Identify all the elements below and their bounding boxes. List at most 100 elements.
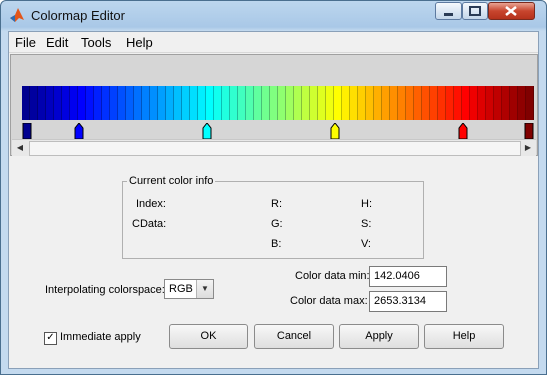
colormap-cell[interactable] xyxy=(366,86,374,120)
colormap-cell[interactable] xyxy=(246,86,254,120)
colormap-cell[interactable] xyxy=(110,86,118,120)
menu-file[interactable]: File xyxy=(15,35,36,50)
colormap-cell[interactable] xyxy=(46,86,54,120)
colormap-cell[interactable] xyxy=(310,86,318,120)
colormap-cell[interactable] xyxy=(166,86,174,120)
colormap-cell[interactable] xyxy=(518,86,526,120)
colormap-cell[interactable] xyxy=(118,86,126,120)
scroll-left-icon[interactable]: ◀ xyxy=(12,140,28,156)
close-button[interactable] xyxy=(488,2,535,20)
current-color-info-legend: Current color info xyxy=(127,175,216,187)
colormap-cell[interactable] xyxy=(334,86,342,120)
colormap-cell[interactable] xyxy=(494,86,502,120)
colormap-cell[interactable] xyxy=(326,86,334,120)
minimize-button[interactable] xyxy=(435,2,462,20)
colormap-marker[interactable] xyxy=(458,123,468,139)
immediate-apply-checkbox[interactable]: ✓ xyxy=(44,332,57,345)
colormap-cell[interactable] xyxy=(510,86,518,120)
colormap-cell[interactable] xyxy=(174,86,182,120)
colormap-cell[interactable] xyxy=(502,86,510,120)
colormap-cell[interactable] xyxy=(214,86,222,120)
colormap-marker[interactable] xyxy=(202,123,212,139)
colormap-cell[interactable] xyxy=(230,86,238,120)
index-label: Index: xyxy=(136,198,166,210)
colormap-cell[interactable] xyxy=(254,86,262,120)
colormap-cell[interactable] xyxy=(62,86,70,120)
colormap-cell[interactable] xyxy=(390,86,398,120)
ok-button[interactable]: OK xyxy=(169,324,248,349)
colormap-cell[interactable] xyxy=(158,86,166,120)
colormap-cell[interactable] xyxy=(478,86,486,120)
colormap-cell[interactable] xyxy=(358,86,366,120)
colormap-cell[interactable] xyxy=(22,86,30,120)
colormap-marker[interactable] xyxy=(22,123,32,139)
colormap-cell[interactable] xyxy=(454,86,462,120)
colormap-cell[interactable] xyxy=(374,86,382,120)
colormap-marker[interactable] xyxy=(330,123,340,139)
apply-button[interactable]: Apply xyxy=(339,324,419,349)
colormap-cell[interactable] xyxy=(486,86,494,120)
maximize-button[interactable] xyxy=(462,2,488,20)
colormap-cell[interactable] xyxy=(342,86,350,120)
menu-edit[interactable]: Edit xyxy=(46,35,68,50)
colormap-cell[interactable] xyxy=(286,86,294,120)
colormap-cell[interactable] xyxy=(278,86,286,120)
colormap-cell[interactable] xyxy=(222,86,230,120)
colormap-cell[interactable] xyxy=(86,86,94,120)
maximize-icon xyxy=(469,6,481,16)
colormap-cell[interactable] xyxy=(350,86,358,120)
colormap-cell[interactable] xyxy=(438,86,446,120)
colormap-cell[interactable] xyxy=(198,86,206,120)
menu-tools[interactable]: Tools xyxy=(81,35,111,50)
colorspace-select[interactable]: RGB ▼ xyxy=(164,279,214,299)
dropdown-arrow-icon[interactable]: ▼ xyxy=(196,280,213,298)
horizontal-scrollbar[interactable]: ◀ ▶ xyxy=(12,139,536,156)
cancel-button[interactable]: Cancel xyxy=(254,324,334,349)
help-button[interactable]: Help xyxy=(424,324,504,349)
r-label: R: xyxy=(271,198,282,210)
color-data-min-field[interactable]: 142.0406 xyxy=(369,266,447,287)
colormap-marker[interactable] xyxy=(74,123,84,139)
colormap-cell[interactable] xyxy=(470,86,478,120)
colormap-cell[interactable] xyxy=(430,86,438,120)
color-data-max-label: Color data max: xyxy=(290,295,368,307)
colormap-cell[interactable] xyxy=(134,86,142,120)
colormap-cell[interactable] xyxy=(142,86,150,120)
colormap-cell[interactable] xyxy=(462,86,470,120)
colormap-cell[interactable] xyxy=(150,86,158,120)
colormap-cell[interactable] xyxy=(102,86,110,120)
colormap-cell[interactable] xyxy=(382,86,390,120)
colormap-cell[interactable] xyxy=(38,86,46,120)
colormap-cell[interactable] xyxy=(70,86,78,120)
colormap-cell[interactable] xyxy=(206,86,214,120)
colormap-cell[interactable] xyxy=(182,86,190,120)
colormap-editor-window: Colormap Editor File Edit Tools Help ◀ ▶ xyxy=(0,0,547,375)
colormap-marker[interactable] xyxy=(524,123,534,139)
scroll-thumb[interactable] xyxy=(29,141,521,156)
scroll-right-icon[interactable]: ▶ xyxy=(520,140,536,156)
colormap-cell[interactable] xyxy=(78,86,86,120)
colormap-cell[interactable] xyxy=(262,86,270,120)
colormap-cell[interactable] xyxy=(526,86,534,120)
colormap-cell[interactable] xyxy=(94,86,102,120)
colormap-cell[interactable] xyxy=(446,86,454,120)
colormap-cell[interactable] xyxy=(414,86,422,120)
checkmark-icon: ✓ xyxy=(46,332,55,343)
colormap-cell[interactable] xyxy=(406,86,414,120)
colormap-cell[interactable] xyxy=(318,86,326,120)
color-data-max-field[interactable]: 2653.3134 xyxy=(369,291,447,312)
colormap-cell[interactable] xyxy=(302,86,310,120)
menu-help[interactable]: Help xyxy=(126,35,153,50)
colormap-cell[interactable] xyxy=(238,86,246,120)
colormap-strip[interactable] xyxy=(22,86,534,120)
colormap-cell[interactable] xyxy=(398,86,406,120)
colormap-cell[interactable] xyxy=(422,86,430,120)
colormap-cell[interactable] xyxy=(54,86,62,120)
colormap-cell[interactable] xyxy=(30,86,38,120)
colormap-cell[interactable] xyxy=(294,86,302,120)
colormap-cell[interactable] xyxy=(190,86,198,120)
colormap-cell[interactable] xyxy=(126,86,134,120)
colormap-cell[interactable] xyxy=(270,86,278,120)
s-label: S: xyxy=(361,218,372,230)
window-title: Colormap Editor xyxy=(31,8,125,23)
